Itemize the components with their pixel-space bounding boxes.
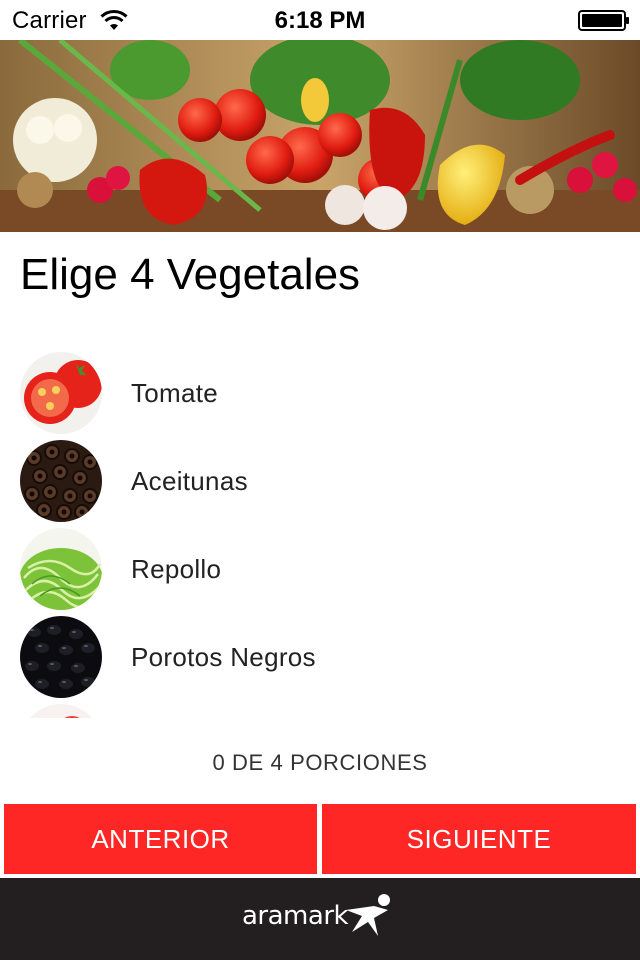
previous-button[interactable]: ANTERIOR xyxy=(4,804,317,874)
black-beans-thumbnail xyxy=(20,616,102,698)
portions-counter: 0 DE 4 PORCIONES xyxy=(212,750,428,775)
brand-logo-text: aramark xyxy=(242,901,349,931)
vegetables-banner xyxy=(0,40,640,232)
clock: 6:18 PM xyxy=(274,7,366,34)
cabbage-thumbnail xyxy=(20,528,102,610)
vegetable-list[interactable]: Tomate Aceitunas Repollo Porotos Negros xyxy=(0,344,640,718)
next-item-thumbnail xyxy=(20,704,102,718)
item-label: Aceitunas xyxy=(131,466,248,496)
item-label: Tomate xyxy=(131,378,219,408)
vegetables-banner-image xyxy=(0,40,640,232)
list-item-aceitunas[interactable]: Aceitunas xyxy=(0,438,640,526)
page-title: Elige 4 Vegetales xyxy=(20,250,361,299)
tomato-thumbnail xyxy=(20,352,102,434)
aramark-star-logo-icon xyxy=(346,894,390,936)
item-label: Porotos Negros xyxy=(131,642,316,672)
list-item-repollo[interactable]: Repollo xyxy=(0,526,640,614)
list-item-tomate[interactable]: Tomate xyxy=(0,350,640,438)
footer: aramark xyxy=(0,878,640,960)
next-button[interactable]: SIGUIENTE xyxy=(322,804,636,874)
battery-icon xyxy=(578,10,629,31)
item-label: Repollo xyxy=(131,554,222,584)
olives-thumbnail xyxy=(20,440,102,522)
list-item-porotos-negros[interactable]: Porotos Negros xyxy=(0,614,640,702)
status-bar: Carrier 6:18 PM xyxy=(0,0,640,40)
list-item-partial[interactable] xyxy=(0,702,640,718)
